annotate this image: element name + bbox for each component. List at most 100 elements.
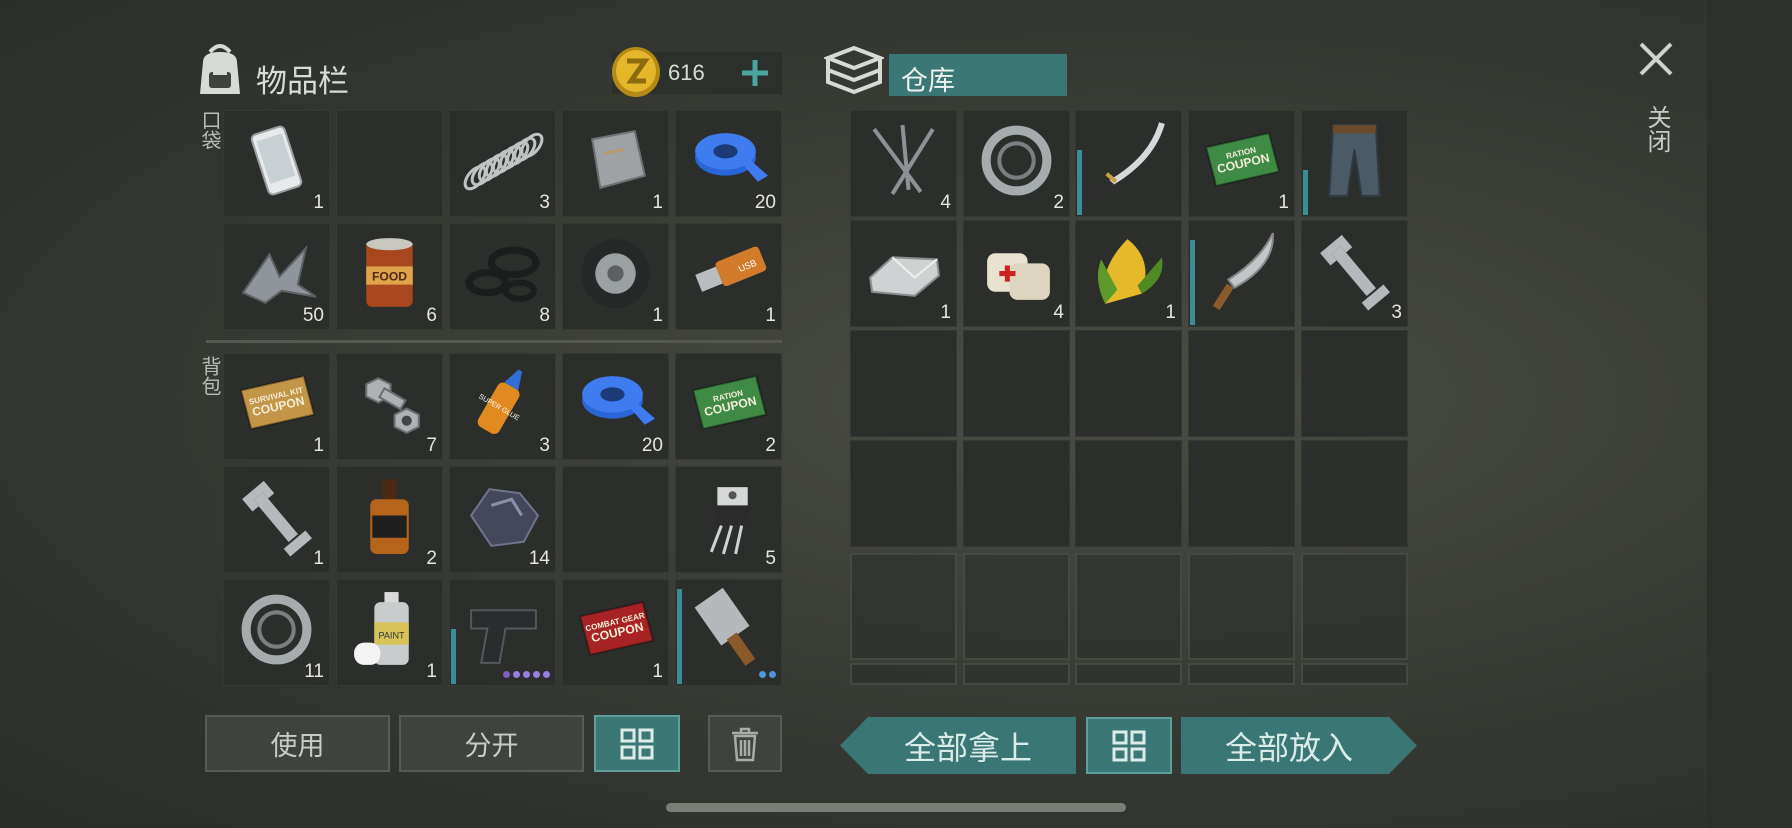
item-slot[interactable]: 8 bbox=[449, 223, 556, 330]
item-slot[interactable]: 3 bbox=[449, 110, 556, 217]
item-count: 4 bbox=[940, 192, 951, 213]
item-slot[interactable] bbox=[1188, 220, 1295, 327]
item-count: 1 bbox=[313, 435, 324, 456]
empty-slot[interactable] bbox=[850, 440, 957, 547]
item-slot[interactable]: 11 bbox=[223, 579, 330, 686]
scrap-metal-icon bbox=[241, 244, 317, 305]
empty-slot[interactable] bbox=[963, 663, 1070, 685]
pocket-label: 口袋 bbox=[198, 110, 222, 150]
empty-slot[interactable] bbox=[562, 466, 669, 573]
item-slot[interactable]: 1 bbox=[1075, 220, 1182, 327]
quality-dots bbox=[1262, 312, 1289, 319]
item-slot[interactable]: 20 bbox=[675, 110, 782, 217]
item-slot[interactable]: RATION COUPON 1 bbox=[1188, 110, 1295, 217]
item-slot[interactable]: 1 bbox=[562, 110, 669, 217]
item-slot[interactable]: 7 bbox=[336, 353, 443, 460]
currency-amount: 616 bbox=[668, 60, 705, 85]
put-all-button[interactable]: 全部放入 bbox=[1181, 717, 1417, 774]
empty-slot[interactable] bbox=[1301, 663, 1408, 685]
empty-slot[interactable] bbox=[850, 663, 957, 685]
empty-slot[interactable] bbox=[963, 330, 1070, 437]
empty-slot[interactable] bbox=[1188, 440, 1295, 547]
item-slot[interactable]: COMBAT GEAR COUPON 1 bbox=[562, 579, 669, 686]
empty-slot[interactable] bbox=[1075, 440, 1182, 547]
item-slot[interactable] bbox=[1301, 110, 1408, 217]
home-indicator bbox=[666, 803, 1126, 812]
item-slot[interactable] bbox=[1075, 110, 1182, 217]
item-slot[interactable]: 1 bbox=[223, 110, 330, 217]
empty-slot[interactable] bbox=[1301, 440, 1408, 547]
tire-icon bbox=[581, 239, 650, 308]
wrench-icon bbox=[1320, 234, 1390, 311]
storage-sort-button[interactable] bbox=[1086, 717, 1172, 774]
item-slot[interactable]: 14 bbox=[449, 466, 556, 573]
item-count: 20 bbox=[754, 192, 776, 213]
item-slot[interactable] bbox=[449, 579, 556, 686]
item-count: 1 bbox=[313, 192, 324, 213]
item-count: 1 bbox=[313, 548, 324, 569]
blue-tape-icon bbox=[695, 133, 768, 182]
add-currency-button[interactable] bbox=[737, 54, 773, 92]
sort-grid-icon bbox=[1112, 730, 1146, 761]
split-button[interactable]: 分开 bbox=[399, 715, 584, 772]
item-count: 3 bbox=[1391, 302, 1402, 323]
item-count: 1 bbox=[652, 305, 663, 326]
empty-slot[interactable] bbox=[1075, 663, 1182, 685]
item-slot[interactable]: 20 bbox=[562, 353, 669, 460]
item-count: 2 bbox=[1053, 192, 1064, 213]
item-slot[interactable]: PAINT 1 bbox=[336, 579, 443, 686]
take-all-button[interactable]: 全部拿上 bbox=[840, 717, 1076, 774]
empty-slot[interactable] bbox=[1188, 663, 1295, 685]
item-slot[interactable] bbox=[675, 579, 782, 686]
empty-slot[interactable] bbox=[963, 553, 1070, 660]
empty-slot[interactable] bbox=[1075, 553, 1182, 660]
empty-slot[interactable] bbox=[1301, 330, 1408, 437]
item-slot[interactable]: 1 bbox=[850, 220, 957, 327]
item-slot[interactable]: 4 bbox=[963, 220, 1070, 327]
item-slot[interactable]: 4 bbox=[850, 110, 957, 217]
item-slot[interactable]: 1 bbox=[562, 223, 669, 330]
empty-slot[interactable] bbox=[1188, 330, 1295, 437]
empty-slot[interactable] bbox=[336, 110, 443, 217]
durability-bar bbox=[1303, 170, 1308, 215]
trash-icon bbox=[732, 727, 758, 761]
use-button[interactable]: 使用 bbox=[205, 715, 390, 772]
item-count: 2 bbox=[426, 548, 437, 569]
svg-text:FOOD: FOOD bbox=[372, 270, 407, 284]
item-count: 11 bbox=[304, 661, 324, 682]
empty-slot[interactable] bbox=[1075, 330, 1182, 437]
item-count: 8 bbox=[539, 305, 550, 326]
item-slot[interactable]: 50 bbox=[223, 223, 330, 330]
inventory-sort-button[interactable] bbox=[594, 715, 680, 772]
close-icon[interactable] bbox=[1637, 40, 1675, 78]
item-count: 1 bbox=[765, 305, 776, 326]
section-divider bbox=[206, 340, 782, 343]
empty-slot[interactable] bbox=[1301, 553, 1408, 660]
spray-paint-icon: PAINT bbox=[354, 592, 409, 665]
item-slot[interactable]: 1 bbox=[223, 466, 330, 573]
item-slot[interactable]: 2 bbox=[336, 466, 443, 573]
item-slot[interactable]: USB 1 bbox=[675, 223, 782, 330]
quality-dot bbox=[769, 671, 776, 678]
empty-slot[interactable] bbox=[850, 553, 957, 660]
transistor-icon bbox=[709, 487, 750, 555]
quality-dot bbox=[1272, 312, 1279, 319]
item-slot[interactable]: 3 bbox=[1301, 220, 1408, 327]
quality-dot bbox=[1282, 312, 1289, 319]
item-slot[interactable]: FOOD 6 bbox=[336, 223, 443, 330]
item-count: 1 bbox=[940, 302, 951, 323]
discard-button[interactable] bbox=[708, 715, 782, 772]
item-slot[interactable]: 5 bbox=[675, 466, 782, 573]
empty-slot[interactable] bbox=[963, 440, 1070, 547]
nails-icon bbox=[872, 124, 935, 195]
close-label[interactable]: 关闭 bbox=[1640, 105, 1675, 153]
item-slot[interactable]: SUPER GLUE 3 bbox=[449, 353, 556, 460]
empty-slot[interactable] bbox=[1188, 553, 1295, 660]
item-slot[interactable]: SURVIVAL KIT COUPON 1 bbox=[223, 353, 330, 460]
take-all-label: 全部拿上 bbox=[903, 728, 1032, 767]
empty-slot[interactable] bbox=[850, 330, 957, 437]
item-slot[interactable]: 2 bbox=[963, 110, 1070, 217]
inventory-title: 物品栏 bbox=[256, 64, 349, 100]
item-slot[interactable]: RATION COUPON 2 bbox=[675, 353, 782, 460]
storage-title: 仓库 bbox=[901, 66, 955, 97]
